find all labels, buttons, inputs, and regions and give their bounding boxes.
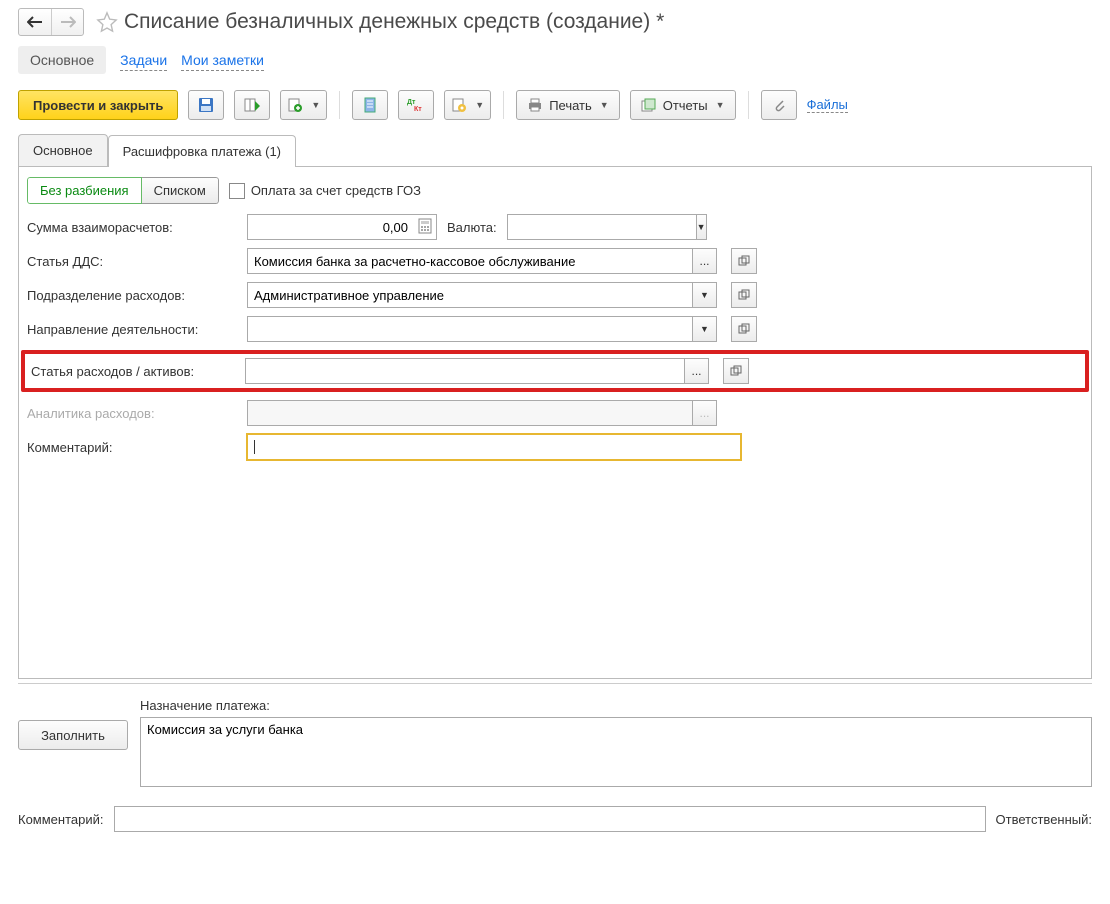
dds-label: Статья ДДС: bbox=[27, 254, 237, 269]
expense-select-button[interactable]: ... bbox=[685, 358, 709, 384]
nav-buttons bbox=[18, 8, 84, 36]
section-tab-notes[interactable]: Мои заметки bbox=[181, 50, 264, 71]
section-tab-main[interactable]: Основное bbox=[18, 46, 106, 74]
dtkt-button[interactable]: ДтКт bbox=[398, 90, 434, 120]
expense-field: ... bbox=[245, 358, 709, 384]
comment-label: Комментарий: bbox=[27, 440, 237, 455]
dept-field: ▼ bbox=[247, 282, 717, 308]
fill-button[interactable]: Заполнить bbox=[18, 720, 128, 750]
sum-label: Сумма взаиморасчетов: bbox=[27, 220, 237, 235]
goz-checkbox[interactable] bbox=[229, 183, 245, 199]
dropdown-caret-icon: ▼ bbox=[311, 100, 320, 110]
dept-label: Подразделение расходов: bbox=[27, 288, 237, 303]
nav-back-button[interactable] bbox=[19, 9, 51, 35]
split-toggle-group: Без разбиения Списком bbox=[27, 177, 219, 204]
expense-open-button[interactable] bbox=[723, 358, 749, 384]
footer-comment-input[interactable] bbox=[114, 806, 986, 832]
direction-dropdown-button[interactable]: ▼ bbox=[693, 316, 717, 342]
direction-field: ▼ bbox=[247, 316, 717, 342]
currency-field: ▼ bbox=[507, 214, 647, 240]
post-and-close-button[interactable]: Провести и закрыть bbox=[18, 90, 178, 120]
dds-field: ... bbox=[247, 248, 717, 274]
currency-label: Валюта: bbox=[447, 220, 497, 235]
section-tab-tasks[interactable]: Задачи bbox=[120, 50, 167, 71]
no-split-toggle[interactable]: Без разбиения bbox=[27, 177, 142, 204]
footer-responsible-label: Ответственный: bbox=[996, 812, 1092, 827]
currency-dropdown-button[interactable]: ▼ bbox=[697, 214, 707, 240]
currency-input[interactable] bbox=[507, 214, 697, 240]
sub-toolbar: Без разбиения Списком Оплата за счет сре… bbox=[27, 177, 1083, 204]
print-button[interactable]: Печать ▼ bbox=[516, 90, 620, 120]
row-comment: Комментарий: bbox=[27, 434, 1083, 460]
reports-button[interactable]: Отчеты ▼ bbox=[630, 90, 736, 120]
svg-text:Дт: Дт bbox=[407, 99, 416, 106]
section-tab-row: Основное Задачи Мои заметки bbox=[0, 42, 1110, 84]
page-title: Списание безналичных денежных средств (с… bbox=[124, 10, 664, 34]
direction-label: Направление деятельности: bbox=[27, 322, 237, 337]
print-label: Печать bbox=[549, 98, 592, 113]
goz-checkbox-wrap[interactable]: Оплата за счет средств ГОЗ bbox=[229, 183, 421, 199]
purpose-label: Назначение платежа: bbox=[140, 698, 1092, 713]
dropdown-caret-icon: ▼ bbox=[475, 100, 484, 110]
dds-open-button[interactable] bbox=[731, 248, 757, 274]
favorite-star-icon[interactable] bbox=[96, 11, 118, 33]
attach-button[interactable] bbox=[761, 90, 797, 120]
header-bar: Списание безналичных денежных средств (с… bbox=[0, 0, 1110, 42]
toolbar-separator bbox=[339, 91, 340, 119]
footer-comment-label: Комментарий: bbox=[18, 812, 104, 827]
row-dept: Подразделение расходов: ▼ bbox=[27, 282, 1083, 308]
toolbar-separator bbox=[748, 91, 749, 119]
text-cursor bbox=[254, 440, 255, 454]
reports-label: Отчеты bbox=[663, 98, 708, 113]
analytics-field: ... bbox=[247, 400, 717, 426]
analytics-select-button: ... bbox=[693, 400, 717, 426]
dept-open-button[interactable] bbox=[731, 282, 757, 308]
nav-forward-button[interactable] bbox=[51, 9, 83, 35]
register-button[interactable] bbox=[352, 90, 388, 120]
expense-label: Статья расходов / активов: bbox=[31, 364, 235, 379]
calculator-icon[interactable] bbox=[417, 218, 433, 234]
dds-input[interactable] bbox=[247, 248, 693, 274]
goz-label: Оплата за счет средств ГОЗ bbox=[251, 183, 421, 198]
row-analytics: Аналитика расходов: ... bbox=[27, 400, 1083, 426]
direction-open-button[interactable] bbox=[731, 316, 757, 342]
dropdown-caret-icon: ▼ bbox=[600, 100, 609, 110]
post-button[interactable] bbox=[234, 90, 270, 120]
main-toolbar: Провести и закрыть ▼ ДтКт ▼ Печать ▼ Отч… bbox=[0, 84, 1110, 134]
purpose-textarea[interactable] bbox=[140, 717, 1092, 787]
document-settings-button[interactable]: ▼ bbox=[444, 90, 491, 120]
row-sum: Сумма взаиморасчетов: Валюта: ▼ bbox=[27, 214, 1083, 240]
dds-select-button[interactable]: ... bbox=[693, 248, 717, 274]
analytics-input bbox=[247, 400, 693, 426]
separator bbox=[18, 683, 1092, 684]
toolbar-separator bbox=[503, 91, 504, 119]
svg-text:Кт: Кт bbox=[414, 106, 422, 112]
decode-panel: Без разбиения Списком Оплата за счет сре… bbox=[18, 166, 1092, 679]
tab-decode[interactable]: Расшифровка платежа (1) bbox=[108, 135, 296, 167]
dept-input[interactable] bbox=[247, 282, 693, 308]
create-based-on-button[interactable]: ▼ bbox=[280, 90, 327, 120]
sum-input[interactable] bbox=[247, 214, 437, 240]
content-tabs: Основное Расшифровка платежа (1) bbox=[18, 134, 1092, 166]
tab-main[interactable]: Основное bbox=[18, 134, 108, 166]
dropdown-caret-icon: ▼ bbox=[716, 100, 725, 110]
row-dds: Статья ДДС: ... bbox=[27, 248, 1083, 274]
footer-row: Комментарий: Ответственный: bbox=[0, 800, 1110, 838]
dept-dropdown-button[interactable]: ▼ bbox=[693, 282, 717, 308]
save-button[interactable] bbox=[188, 90, 224, 120]
files-link[interactable]: Файлы bbox=[807, 97, 848, 113]
list-toggle[interactable]: Списком bbox=[142, 177, 219, 204]
row-direction: Направление деятельности: ▼ bbox=[27, 316, 1083, 342]
purpose-section: Заполнить Назначение платежа: bbox=[0, 688, 1110, 800]
comment-input[interactable] bbox=[247, 434, 741, 460]
direction-input[interactable] bbox=[247, 316, 693, 342]
analytics-label: Аналитика расходов: bbox=[27, 406, 237, 421]
expense-input[interactable] bbox=[245, 358, 685, 384]
row-expense: Статья расходов / активов: ... bbox=[31, 358, 1079, 384]
panel-spacer bbox=[27, 468, 1083, 668]
highlighted-expense-row: Статья расходов / активов: ... bbox=[21, 350, 1089, 392]
